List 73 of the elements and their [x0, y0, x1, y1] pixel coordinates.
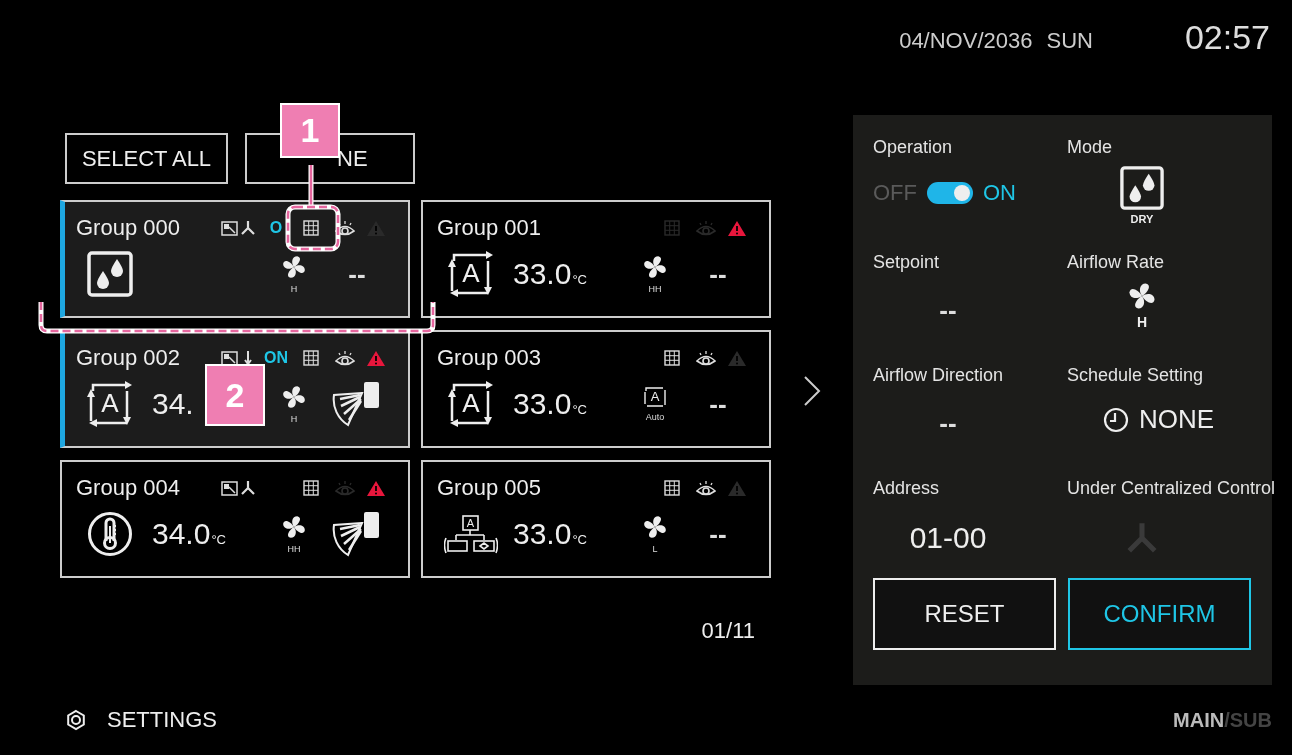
page-indicator: 01/11: [701, 618, 755, 644]
group-card[interactable]: Group 000 O H --: [60, 200, 410, 318]
weekday-text: SUN: [1046, 28, 1093, 54]
select-button[interactable]: SELECT ALL: [65, 133, 228, 184]
group-name: Group 000: [76, 215, 181, 241]
fan-icon: [281, 254, 307, 280]
louver-icon: [332, 381, 382, 427]
field-label: Mode: [1067, 137, 1114, 158]
airflow-label: H: [1136, 314, 1148, 330]
action-button[interactable]: CONFIRM: [1068, 578, 1251, 650]
mode-label: DRY: [1130, 213, 1154, 225]
field-label: Airflow Rate: [1067, 252, 1166, 273]
fan-icon: [642, 514, 668, 540]
direction-value: --: [709, 388, 727, 420]
airflow-label: L: [652, 544, 658, 554]
chevron-right-icon[interactable]: [803, 375, 821, 407]
power-toggle[interactable]: [927, 182, 973, 204]
group-name: Group 005: [437, 475, 542, 501]
airflow-label: Auto: [645, 412, 665, 422]
airflow-label: H: [290, 284, 298, 294]
field-label: Setpoint: [873, 252, 941, 273]
action-button[interactable]: RESET: [873, 578, 1056, 650]
dry-mode-icon[interactable]: [1120, 166, 1164, 210]
on-status-text: ON: [264, 349, 288, 367]
clock-time: 02:57: [1184, 18, 1270, 57]
field-label: Schedule Setting: [1067, 365, 1205, 386]
airflow-label: H: [290, 414, 298, 424]
highlight-frame: [285, 204, 341, 252]
callout-number: 1: [280, 103, 340, 158]
group-card[interactable]: Group 003 A 33.0°C A Auto --: [421, 330, 771, 448]
settings-link[interactable]: SETTINGS: [107, 707, 217, 733]
direction-value[interactable]: --: [939, 408, 957, 439]
field-label: Address: [873, 478, 941, 499]
group-name: Group 001: [437, 215, 542, 241]
temperature-text: 33.0°C: [513, 257, 587, 290]
leader-line: [308, 165, 314, 205]
view-option[interactable]: MAIN: [1173, 708, 1225, 732]
field-label: Airflow Direction: [873, 365, 1005, 386]
direction-value: --: [348, 258, 366, 290]
date-text: 04/NOV/2036: [899, 28, 1033, 54]
airflow-label: HH: [648, 284, 662, 294]
separator-text: /: [1224, 708, 1230, 732]
clock-icon: [1103, 406, 1129, 433]
fan-icon[interactable]: [1127, 281, 1157, 311]
direction-value: --: [709, 518, 727, 550]
schedule-value[interactable]: NONE: [1139, 404, 1215, 435]
temperature-text: 34.: [152, 387, 194, 420]
fan-icon: [642, 254, 668, 280]
on-status-text: O: [269, 219, 283, 237]
field-label: Operation: [873, 137, 954, 158]
setpoint-value[interactable]: --: [939, 295, 957, 326]
fan-icon: [281, 514, 307, 540]
group-name: Group 004: [76, 475, 181, 501]
off-label: OFF: [873, 180, 917, 206]
airflow-label: HH: [287, 544, 301, 554]
direction-value: --: [709, 258, 727, 290]
dry-mode-icon: [87, 251, 133, 297]
louver-icon: [332, 511, 382, 557]
thermometer-icon: [87, 511, 133, 557]
address-value: 01-00: [909, 521, 987, 555]
fan-icon: [281, 384, 307, 410]
callout-number: 2: [205, 364, 265, 426]
settings-icon[interactable]: [65, 709, 87, 731]
field-label: Under Centralized Control: [1067, 478, 1276, 499]
group-card[interactable]: Group 005 A 33.0°C L --: [421, 460, 771, 578]
group-name: Group 003: [437, 345, 542, 371]
temperature-text: 33.0°C: [513, 387, 587, 420]
on-label: ON: [983, 180, 1016, 206]
group-name: Group 002: [76, 345, 181, 371]
temperature-text: 33.0°C: [513, 517, 587, 550]
group-card[interactable]: Group 001 A 33.0°C HH --: [421, 200, 771, 318]
group-card[interactable]: Group 004 34.0°C HH: [60, 460, 410, 578]
temperature-text: 34.0°C: [152, 517, 226, 550]
